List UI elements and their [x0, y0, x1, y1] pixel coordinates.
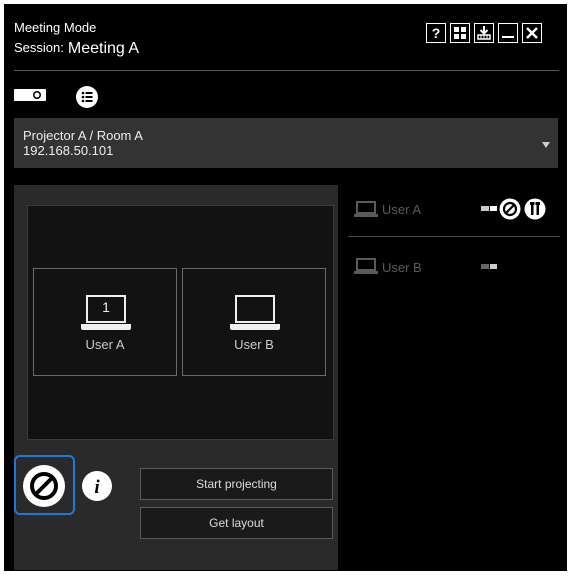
grid-icon: [454, 27, 466, 39]
slot-number: 1: [102, 299, 110, 315]
get-layout-button[interactable]: Get layout: [140, 507, 333, 539]
info-icon: i: [82, 471, 112, 501]
list-icon: [81, 91, 93, 103]
projector-select[interactable]: Projector A / Room A 192.168.50.101: [14, 118, 558, 168]
slot-label: User A: [85, 337, 125, 352]
laptop-icon: [230, 295, 280, 330]
layout-grid-button[interactable]: [450, 23, 470, 43]
layout-slot-user-b[interactable]: User B: [182, 268, 326, 376]
user-row-user-a[interactable]: User A: [348, 198, 560, 238]
session-label: Session:: [14, 40, 64, 55]
user-name: User A: [382, 202, 422, 217]
prohibit-icon: [499, 198, 521, 220]
layout-panel: 1 User A User B i Start projecting Get l…: [14, 185, 338, 570]
start-projecting-button[interactable]: Start projecting: [140, 468, 333, 500]
signal-indicator-icon: [481, 264, 497, 269]
header-divider: [14, 70, 559, 71]
minimize-button[interactable]: [498, 23, 518, 43]
projector-icon: [14, 89, 46, 101]
close-button[interactable]: [522, 23, 542, 43]
laptop-icon: [354, 201, 378, 217]
user-divider: [348, 236, 560, 237]
slot-label: User B: [234, 337, 274, 352]
info-button[interactable]: i: [81, 470, 113, 502]
session-name: Meeting A: [67, 40, 140, 57]
user-name: User B: [382, 260, 422, 275]
signal-indicator-icon: [481, 206, 497, 211]
projector-name: Projector A / Room A: [23, 128, 143, 143]
projector-ip: 192.168.50.101: [23, 143, 114, 158]
help-button[interactable]: ?: [426, 23, 446, 43]
close-icon: [526, 27, 538, 39]
download-button[interactable]: [474, 23, 494, 43]
laptop-icon: [354, 258, 378, 274]
projector-list-button[interactable]: [76, 86, 98, 108]
chevron-down-icon: [542, 142, 550, 148]
prohibit-icon: [23, 465, 65, 507]
layout-slot-user-a[interactable]: 1 User A: [33, 268, 177, 376]
help-icon: ?: [431, 25, 441, 41]
tools-icon: [524, 198, 546, 220]
user-row-user-b[interactable]: User B: [348, 256, 560, 280]
stop-projection-button[interactable]: [22, 464, 66, 508]
svg-text:i: i: [94, 477, 100, 498]
download-icon: [477, 26, 491, 40]
layout-preview: 1 User A User B: [27, 205, 334, 440]
session-line: Session: Meeting A: [14, 39, 139, 57]
minimize-icon: [502, 36, 514, 38]
meeting-mode-window: Meeting Mode Session: Meeting A ? Projec…: [4, 4, 567, 571]
window-title: Meeting Mode: [14, 20, 97, 35]
